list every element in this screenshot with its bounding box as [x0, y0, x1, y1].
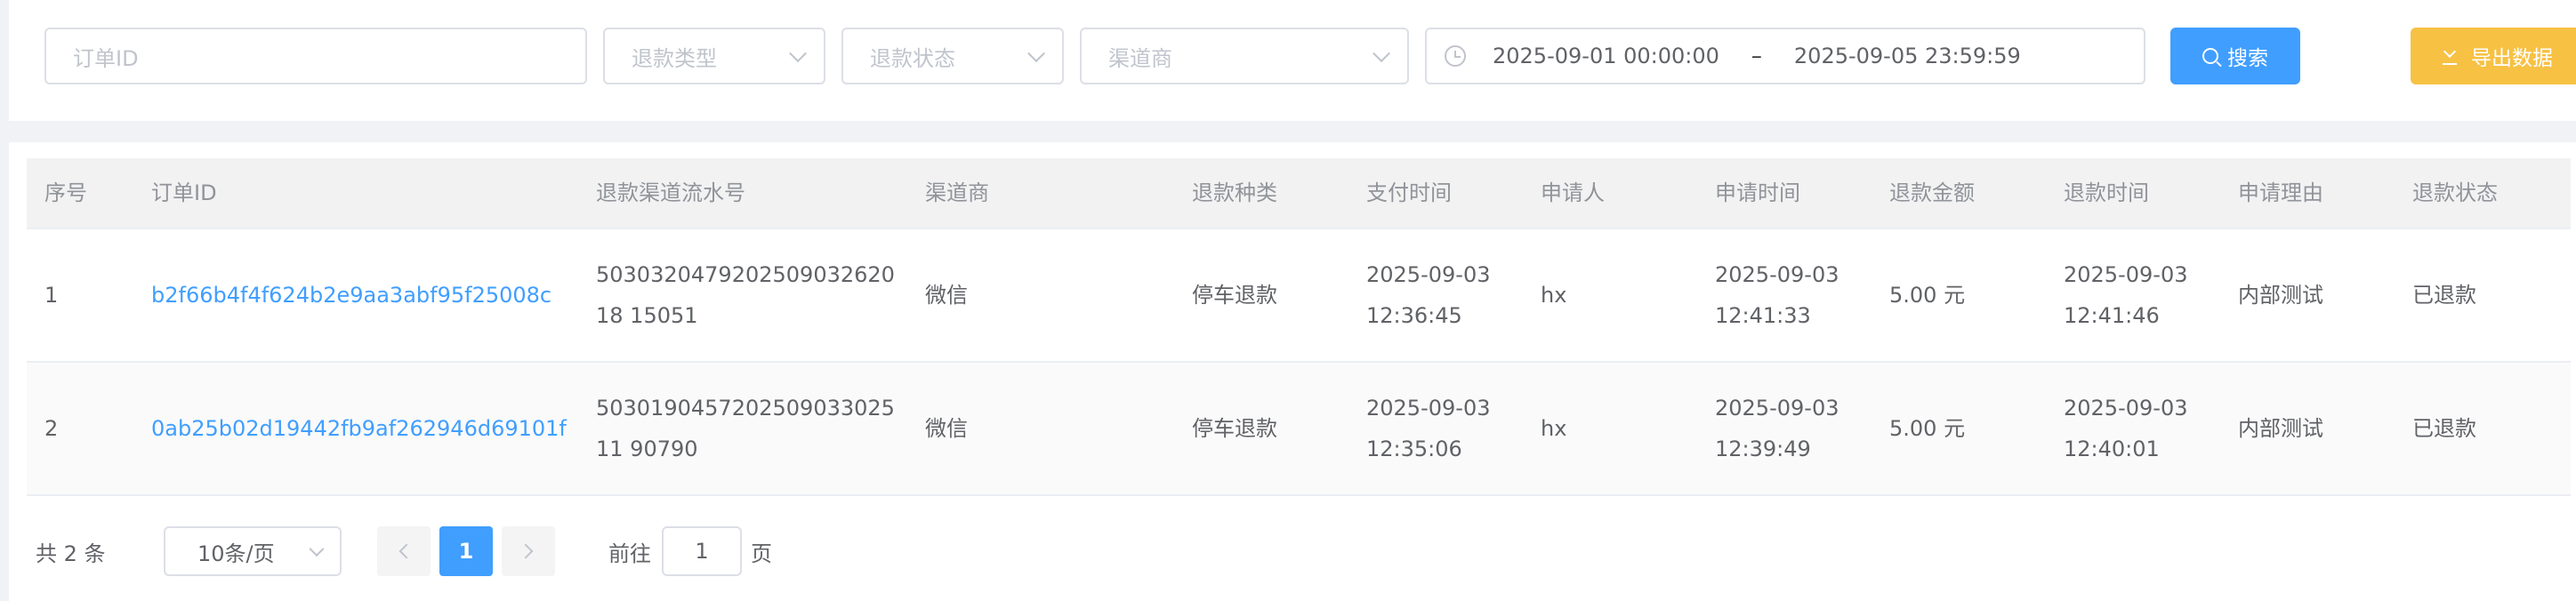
column-header: 退款渠道流水号: [596, 180, 745, 205]
pay-time: 2025-09-03 12:35:06: [1366, 396, 1491, 461]
page-size-value: 10条/页: [197, 541, 275, 566]
column-header: 渠道商: [925, 180, 989, 205]
refund-status: 已退款: [2412, 416, 2476, 441]
refund-status: 已退款: [2412, 283, 2476, 308]
column-header: 退款状态: [2412, 180, 2498, 205]
goto-suffix: 页: [751, 541, 772, 566]
refund-serial-number: 503019045720250903302511 90790: [596, 396, 895, 461]
date-separator: –: [1751, 44, 1762, 68]
channel: 微信: [925, 416, 968, 441]
refund-time: 2025-09-03 12:40:01: [2064, 396, 2188, 461]
column-header: 申请时间: [1715, 180, 1800, 205]
chevron-left-icon: [398, 543, 415, 559]
next-page-button[interactable]: [502, 526, 555, 576]
date-start[interactable]: 2025-09-01 00:00:00: [1493, 44, 1719, 68]
refund-amount: 5.00 元: [1889, 416, 1966, 441]
table-row: 1 b2f66b4f4f624b2e9aa3abf95f25008c 50303…: [27, 229, 2571, 363]
search-icon: [2202, 48, 2218, 64]
page-number-button[interactable]: 1: [439, 526, 493, 576]
column-header: 退款种类: [1192, 180, 1277, 205]
channel: 微信: [925, 283, 968, 308]
refund-type-placeholder: 退款类型: [632, 45, 717, 71]
chevron-down-icon: [1373, 44, 1390, 63]
refund-status-select[interactable]: 退款状态: [841, 28, 1064, 84]
goto-label: 前往: [608, 541, 651, 566]
column-header: 支付时间: [1366, 180, 1452, 205]
chevron-down-icon: [789, 44, 807, 63]
chevron-down-icon: [309, 541, 325, 557]
row-index: 2: [44, 416, 59, 441]
refund-status-placeholder: 退款状态: [870, 45, 955, 71]
chevron-right-icon: [518, 543, 534, 559]
download-icon: [2443, 47, 2457, 65]
apply-reason: 内部测试: [2238, 283, 2323, 308]
refund-kind: 停车退款: [1192, 416, 1277, 441]
order-id-link[interactable]: 0ab25b02d19442fb9af262946d69101f: [151, 363, 596, 494]
date-range-picker[interactable]: 2025-09-01 00:00:00 – 2025-09-05 23:59:5…: [1425, 28, 2145, 84]
column-header: 退款时间: [2064, 180, 2149, 205]
refund-type-select[interactable]: 退款类型: [603, 28, 825, 84]
channel-select[interactable]: 渠道商: [1080, 28, 1409, 84]
total-count: 共 2 条: [36, 541, 106, 566]
row-index: 1: [44, 283, 59, 308]
column-header: 申请人: [1541, 180, 1605, 205]
table-header: 序号 订单ID 退款渠道流水号 渠道商 退款种类 支付时间 申请人 申请时间 退…: [27, 158, 2571, 229]
clock-icon: [1445, 45, 1466, 67]
refund-time: 2025-09-03 12:41:46: [2064, 262, 2188, 328]
apply-reason: 内部测试: [2238, 416, 2323, 441]
filter-bar: 订单ID 退款类型 退款状态 渠道商 2025-09-01 00:00:00 –…: [9, 0, 2576, 121]
channel-placeholder: 渠道商: [1108, 45, 1172, 71]
pay-time: 2025-09-03 12:36:45: [1366, 262, 1491, 328]
page-size-select[interactable]: 10条/页: [164, 526, 342, 576]
refund-kind: 停车退款: [1192, 283, 1277, 308]
refund-serial-number: 503032047920250903262018 15051: [596, 262, 895, 328]
export-button-label: 导出数据: [2471, 47, 2553, 70]
pagination: 共 2 条 10条/页 1 前往 1 页: [36, 526, 836, 576]
refund-amount: 5.00 元: [1889, 283, 1966, 308]
apply-time: 2025-09-03 12:41:33: [1715, 262, 1839, 328]
order-id-input[interactable]: 订单ID: [44, 28, 587, 84]
date-end[interactable]: 2025-09-05 23:59:59: [1794, 44, 2021, 68]
column-header: 订单ID: [151, 180, 217, 205]
search-button[interactable]: 搜索: [2170, 28, 2300, 84]
applicant: hx: [1541, 416, 1567, 441]
table-row: 2 0ab25b02d19442fb9af262946d69101f 50301…: [27, 363, 2571, 496]
chevron-down-icon: [1027, 44, 1045, 63]
column-header: 序号: [44, 180, 87, 205]
apply-time: 2025-09-03 12:39:49: [1715, 396, 1839, 461]
refund-table-card: 序号 订单ID 退款渠道流水号 渠道商 退款种类 支付时间 申请人 申请时间 退…: [9, 142, 2576, 601]
export-button[interactable]: 导出数据: [2411, 28, 2576, 84]
search-button-label: 搜索: [2227, 47, 2268, 70]
applicant: hx: [1541, 283, 1567, 308]
refund-table: 序号 订单ID 退款渠道流水号 渠道商 退款种类 支付时间 申请人 申请时间 退…: [27, 158, 2571, 496]
goto-page-input[interactable]: 1: [662, 526, 742, 576]
column-header: 申请理由: [2238, 180, 2323, 205]
order-id-link[interactable]: b2f66b4f4f624b2e9aa3abf95f25008c: [151, 229, 596, 361]
column-header: 退款金额: [1889, 180, 1975, 205]
order-id-placeholder: 订单ID: [73, 45, 139, 71]
prev-page-button[interactable]: [377, 526, 431, 576]
